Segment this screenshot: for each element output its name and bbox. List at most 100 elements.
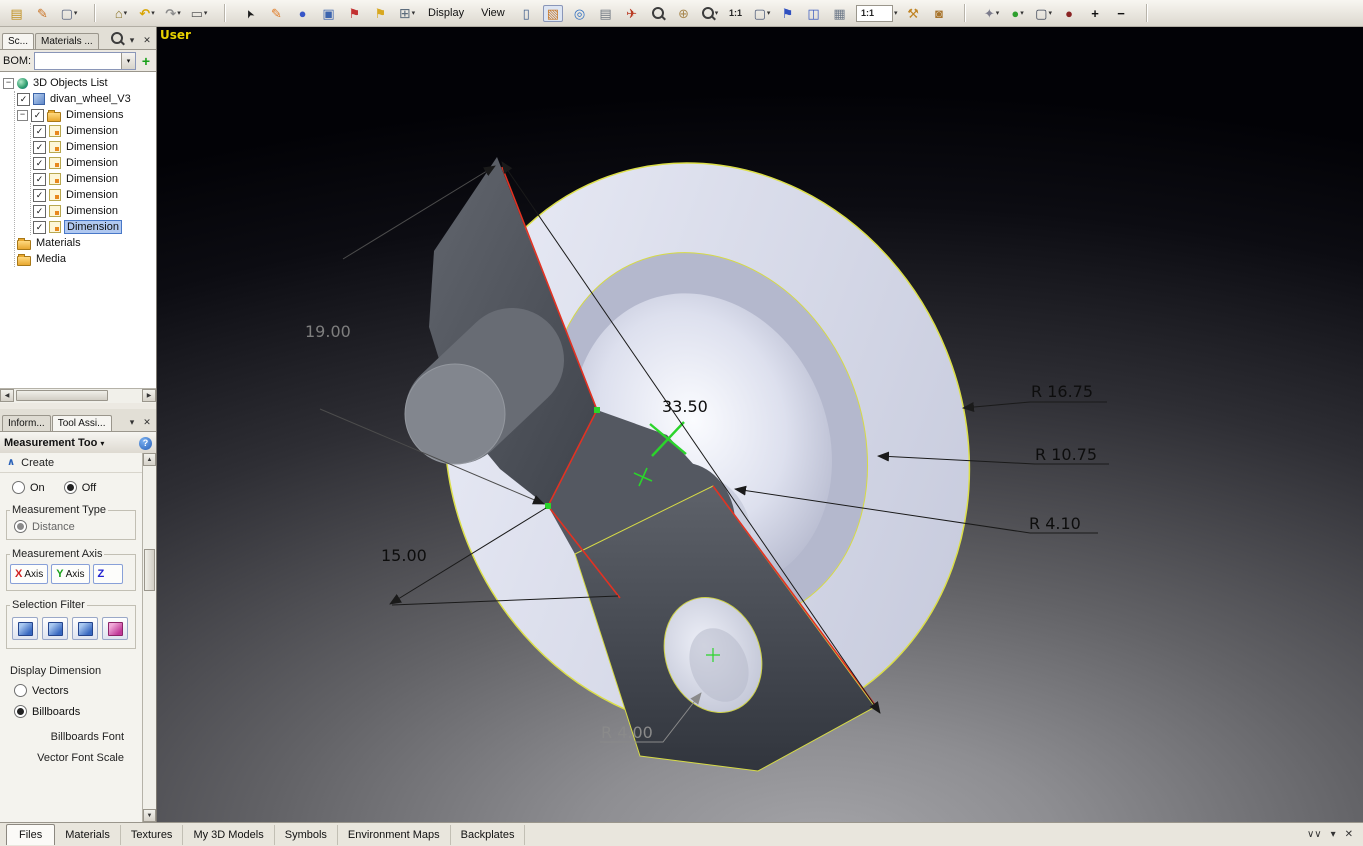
on-radio[interactable] xyxy=(12,481,25,494)
measure-tool-icon[interactable]: ◎ xyxy=(568,2,592,25)
filter-object-button[interactable] xyxy=(12,617,38,640)
tool-dropdown-icon[interactable]: ▾ xyxy=(100,439,104,448)
off-radio[interactable] xyxy=(64,481,77,494)
tree-item-media-folder[interactable]: Media xyxy=(17,251,156,267)
tree-item-dimension[interactable]: ✓ Dimension xyxy=(33,155,156,171)
scrollbar-thumb[interactable] xyxy=(16,390,108,401)
grid-snap-icon[interactable]: ▦ xyxy=(828,2,852,25)
render-quality-icon[interactable]: ● ▾ xyxy=(1006,2,1030,25)
bom-add-button[interactable]: + xyxy=(139,53,153,69)
zoom-tool-icon[interactable] xyxy=(646,2,670,25)
combo-arrow-icon[interactable]: ▾ xyxy=(121,53,135,69)
viewport-3d[interactable]: User 19.00 33.50 15.00 R 16.75 R 10.75 R… xyxy=(157,27,1363,822)
tool-vertical-scrollbar[interactable]: ▲ ▼ xyxy=(142,453,156,822)
actual-size-icon[interactable]: 1:1 xyxy=(724,2,748,25)
y-axis-button[interactable]: Y Axis xyxy=(51,564,89,584)
storyboard-page-icon[interactable]: ▯ xyxy=(515,2,539,25)
menu-view[interactable]: View xyxy=(474,2,513,25)
z-axis-button[interactable]: Z xyxy=(93,564,123,584)
orbit-cube-icon[interactable]: ◫ xyxy=(802,2,826,25)
menu-display[interactable]: Display xyxy=(421,2,472,25)
dimension-visibility-checkbox[interactable]: ✓ xyxy=(33,141,46,154)
publish-jet-icon[interactable]: ✈ xyxy=(620,2,644,25)
tab-symbols[interactable]: Symbols xyxy=(275,825,338,845)
checkpoint-flag-icon[interactable]: ⚑ xyxy=(343,2,367,25)
tree-item-dimension[interactable]: ✓ Dimension xyxy=(33,171,156,187)
web-globe-icon[interactable]: ● xyxy=(1058,2,1082,25)
tab-backplates[interactable]: Backplates xyxy=(451,825,526,845)
panel-close-icon[interactable]: ✕ xyxy=(140,417,154,428)
tree-item-dimension-selected[interactable]: ✓ Dimension xyxy=(33,219,156,235)
home-view-icon[interactable]: ⌂ ▾ xyxy=(109,2,133,25)
distance-radio[interactable] xyxy=(14,520,27,533)
filter-face-button[interactable] xyxy=(42,617,68,640)
tab-materials-list[interactable]: Materials ... xyxy=(35,33,99,49)
tree-item-materials-folder[interactable]: Materials xyxy=(17,235,156,251)
expand-library-icon[interactable]: ∨∨ xyxy=(1307,829,1322,840)
sketchpad-icon[interactable]: ▤ xyxy=(5,2,29,25)
help-icon[interactable]: ? xyxy=(139,437,152,450)
bom-select[interactable]: ▾ xyxy=(34,52,136,70)
dimension-visibility-checkbox[interactable]: ✓ xyxy=(33,173,46,186)
collapse-expander-icon[interactable]: − xyxy=(17,110,28,121)
undo-icon[interactable]: ↶ ▾ xyxy=(135,2,159,25)
pan-tool-icon[interactable]: ⊕ xyxy=(672,2,696,25)
tab-scene[interactable]: Sc... xyxy=(2,33,34,49)
tab-information[interactable]: Inform... xyxy=(2,415,51,431)
tree-item-model[interactable]: ✓ divan_wheel_V3 xyxy=(17,91,156,107)
tab-textures[interactable]: Textures xyxy=(121,825,184,845)
vectors-radio[interactable] xyxy=(14,684,27,697)
scroll-right-icon[interactable]: ▶ xyxy=(142,389,156,402)
library-close-icon[interactable]: ✕ xyxy=(1345,829,1353,840)
tree-item-dimension[interactable]: ✓ Dimension xyxy=(33,123,156,139)
collapse-chevron-icon[interactable]: ∧ xyxy=(7,457,15,468)
filter-material-button[interactable] xyxy=(102,617,128,640)
scrollbar-thumb[interactable] xyxy=(144,549,155,591)
library-menu-icon[interactable]: ▾ xyxy=(1331,829,1336,840)
bom-table-icon[interactable]: ⊞ ▾ xyxy=(395,2,419,25)
tree-item-dimensions-folder[interactable]: − ✓ Dimensions xyxy=(17,107,156,123)
dimension-visibility-checkbox[interactable]: ✓ xyxy=(33,189,46,202)
panel-menu-icon[interactable]: ▾ xyxy=(125,35,139,46)
view-flag-icon[interactable]: ⚑ xyxy=(776,2,800,25)
panel-close-icon[interactable]: ✕ xyxy=(140,35,154,46)
fit-all-icon[interactable]: ▢ ▾ xyxy=(750,2,774,25)
pointer-icon[interactable]: ➤ xyxy=(239,2,263,25)
tree-item-dimension[interactable]: ✓ Dimension xyxy=(33,139,156,155)
tab-materials[interactable]: Materials xyxy=(55,825,121,845)
redo-icon[interactable]: ↷ ▾ xyxy=(161,2,185,25)
note-flag-icon[interactable]: ⚑ xyxy=(369,2,393,25)
scrollbar-track[interactable] xyxy=(14,389,142,403)
tree-horizontal-scrollbar[interactable]: ◀ ▶ xyxy=(0,388,156,403)
material-ball-icon[interactable]: ● xyxy=(291,2,315,25)
environment-toggle-icon[interactable]: ▧ xyxy=(541,2,566,25)
dimension-visibility-checkbox[interactable]: ✓ xyxy=(33,125,46,138)
annotation-pen-icon[interactable]: ✎ xyxy=(31,2,55,25)
billboards-radio[interactable] xyxy=(14,705,27,718)
tree-item-dimension[interactable]: ✓ Dimension xyxy=(33,187,156,203)
display-mode-icon[interactable]: ▢ ▾ xyxy=(1032,2,1056,25)
filter-edge-button[interactable] xyxy=(72,617,98,640)
behaviors-icon[interactable]: ✦ ▾ xyxy=(980,2,1004,25)
tab-my-3d-models[interactable]: My 3D Models xyxy=(183,825,274,845)
library-book-icon[interactable]: ▣ xyxy=(317,2,341,25)
panel-menu-icon[interactable]: ▾ xyxy=(125,417,139,428)
dimensions-visibility-checkbox[interactable]: ✓ xyxy=(31,109,44,122)
scroll-left-icon[interactable]: ◀ xyxy=(0,389,14,402)
scale-ratio-select[interactable]: 1:1 ▾ xyxy=(854,2,900,25)
tree-item-dimension[interactable]: ✓ Dimension xyxy=(33,203,156,219)
find-icon[interactable] xyxy=(111,32,123,44)
create-section-header[interactable]: ∧ Create xyxy=(0,453,142,473)
collapse-expander-icon[interactable]: − xyxy=(3,78,14,89)
scroll-up-icon[interactable]: ▲ xyxy=(143,453,156,466)
tab-files[interactable]: Files xyxy=(6,824,55,845)
tree-item-3d-objects-list[interactable]: − 3D Objects List xyxy=(3,75,156,91)
zoom-out-button[interactable]: − xyxy=(1110,2,1134,25)
x-axis-button[interactable]: X Axis xyxy=(10,564,48,584)
dimension-visibility-checkbox[interactable]: ✓ xyxy=(33,205,46,218)
scroll-down-icon[interactable]: ▼ xyxy=(143,809,156,822)
zoom-in-button[interactable]: + xyxy=(1084,2,1108,25)
tab-tool-assistance[interactable]: Tool Assi... xyxy=(52,415,112,431)
window-layout-icon[interactable]: ▢ ▾ xyxy=(57,2,81,25)
dimension-visibility-checkbox[interactable]: ✓ xyxy=(33,221,46,234)
